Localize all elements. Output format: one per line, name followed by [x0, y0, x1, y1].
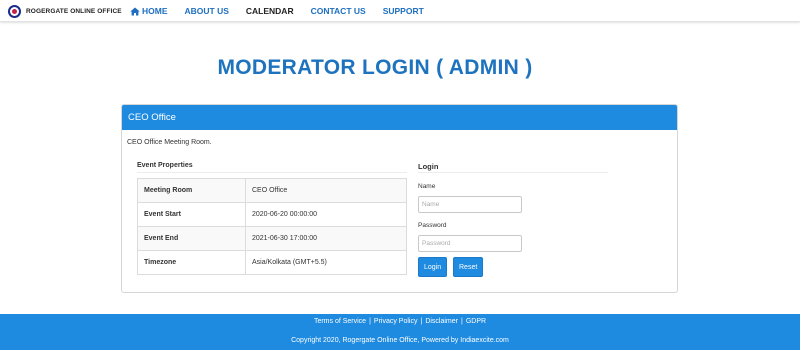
nav-item-label: HOME [142, 6, 168, 16]
nav-item-label: CONTACT US [310, 6, 366, 16]
panel-description: CEO Office Meeting Room. [127, 139, 212, 146]
nav-item-support[interactable]: SUPPORT [383, 6, 424, 16]
event-properties-table: Meeting Room CEO Office Event Start 2020… [137, 178, 407, 275]
property-key: Event Start [137, 202, 246, 227]
property-key: Meeting Room [137, 178, 246, 203]
event-properties-title: Event Properties [137, 162, 193, 169]
brand[interactable]: ROGERGATE ONLINE OFFICE [8, 4, 122, 18]
table-row: Event End 2021-06-30 17:00:00 [137, 226, 407, 251]
property-value: 2021-06-30 17:00:00 [245, 226, 407, 251]
nav-item-home[interactable]: HOME [130, 6, 168, 16]
footer-link-disclaimer[interactable]: Disclaimer [425, 318, 458, 325]
property-key: Timezone [137, 250, 246, 275]
page-title: MODERATOR LOGIN ( ADMIN ) [217, 56, 533, 79]
nav-item-label: CALENDAR [245, 6, 294, 16]
property-value: 2020-06-20 00:00:00 [245, 202, 407, 227]
footer-link-privacy[interactable]: Privacy Policy [374, 318, 418, 325]
nav-item-about-us[interactable]: ABOUT US [185, 6, 229, 16]
password-input[interactable] [418, 235, 522, 252]
panel-heading: CEO Office [122, 105, 677, 130]
name-input[interactable] [418, 196, 522, 213]
home-icon [130, 7, 140, 15]
footer-links: Terms of Service | Privacy Policy | Disclaim… [0, 318, 800, 325]
nav-item-label: SUPPORT [382, 6, 424, 16]
logo-icon [8, 4, 21, 18]
table-row: Meeting Room CEO Office [137, 178, 407, 203]
nav-links: HOME ABOUT US CALENDAR CONTACT US SUPPOR… [130, 0, 441, 22]
table-row: Timezone Asia/Kolkata (GMT+5.5) [137, 250, 407, 275]
footer-separator: | [460, 318, 463, 325]
nav-item-contact-us[interactable]: CONTACT US [311, 6, 366, 16]
divider [418, 172, 608, 173]
login-title: Login [418, 162, 439, 171]
footer-separator: | [369, 318, 371, 325]
footer-link-terms[interactable]: Terms of Service [314, 318, 366, 325]
event-panel: CEO Office CEO Office Meeting Room. Even… [121, 104, 678, 293]
login-button[interactable]: Login [418, 257, 448, 277]
brand-name: ROGERGATE ONLINE OFFICE [26, 7, 122, 15]
table-row: Event Start 2020-06-20 00:00:00 [137, 202, 407, 227]
reset-button[interactable]: Reset [453, 257, 484, 277]
password-label: Password [418, 222, 447, 229]
nav-item-label: ABOUT US [184, 6, 229, 16]
property-value: Asia/Kolkata (GMT+5.5) [245, 250, 407, 275]
nav-item-calendar[interactable]: CALENDAR [246, 6, 294, 16]
name-label: Name [418, 183, 436, 190]
top-navbar: ROGERGATE ONLINE OFFICE HOME ABOUT US CA… [0, 0, 800, 22]
footer-separator: | [420, 318, 423, 325]
footer: Terms of Service | Privacy Policy | Disclaim… [0, 314, 800, 350]
footer-copyright: Copyright 2020, Rogergate Online Office,… [291, 337, 509, 344]
property-key: Event End [137, 226, 246, 251]
footer-link-gdpr[interactable]: GDPR [466, 318, 486, 325]
property-value: CEO Office [245, 178, 407, 203]
divider [137, 172, 407, 173]
